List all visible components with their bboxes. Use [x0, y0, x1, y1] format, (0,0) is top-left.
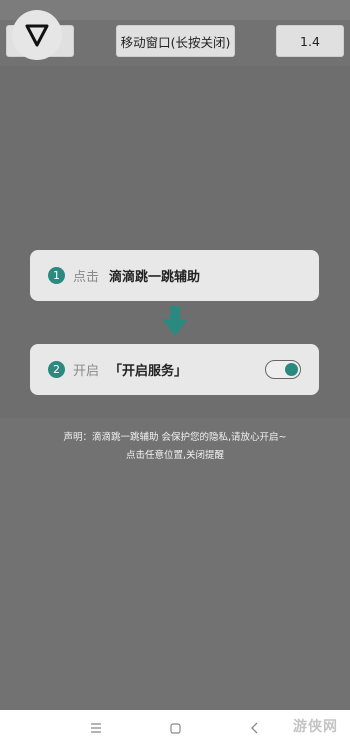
back-icon[interactable]	[245, 718, 265, 738]
watermark: 游侠网	[293, 719, 338, 735]
step-action-1: 滴滴跳一跳辅助	[109, 270, 201, 285]
step-card-1[interactable]: 1 点击 滴滴跳一跳辅助	[30, 250, 319, 301]
version-label: 1.4	[300, 33, 320, 49]
step-verb-2: 开启	[73, 364, 100, 379]
home-icon[interactable]	[165, 718, 185, 738]
top-bar: 移动窗口(长按关闭) 1.4	[0, 0, 350, 66]
step-verb-1: 点击	[73, 270, 100, 285]
arrow-down-icon	[162, 306, 188, 336]
toggle-knob	[285, 363, 298, 376]
service-toggle[interactable]	[265, 360, 301, 379]
step-number-1: 1	[48, 267, 65, 284]
step-number-2: 2	[48, 361, 65, 378]
move-window-button[interactable]: 移动窗口(长按关闭)	[116, 25, 235, 57]
version-button[interactable]: 1.4	[276, 25, 344, 57]
notice-line-1: 声明：滴滴跳一跳辅助 会保护您的隐私,请放心开启~	[63, 432, 287, 443]
privacy-notice: 声明：滴滴跳一跳辅助 会保护您的隐私,请放心开启~ 点击任意位置,关闭提醒	[0, 429, 350, 465]
step-action-2: 「开启服务」	[109, 364, 188, 379]
notice-line-2: 点击任意位置,关闭提醒	[125, 450, 225, 461]
navigation-bar: 游侠网	[0, 710, 350, 746]
triangle-down-icon	[25, 24, 49, 47]
move-window-label: 移动窗口(长按关闭)	[120, 34, 231, 50]
step-card-2[interactable]: 2 开启 「开启服务」	[30, 344, 319, 395]
menu-icon[interactable]	[86, 718, 106, 738]
logo-badge[interactable]	[12, 10, 62, 60]
